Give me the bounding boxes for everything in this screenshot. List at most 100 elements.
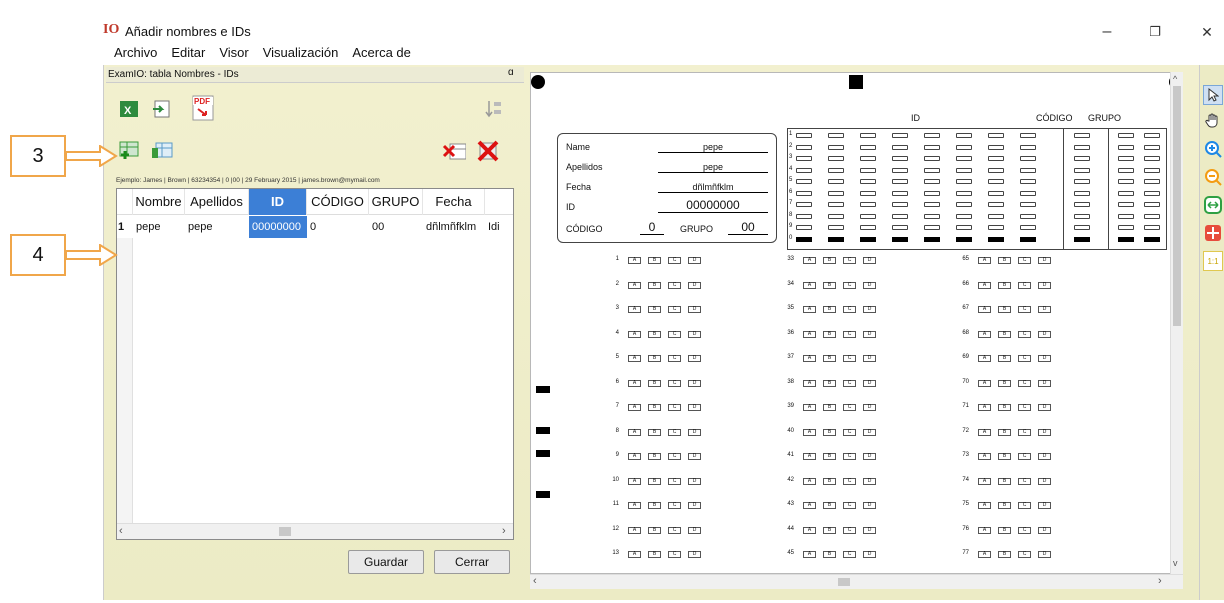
add-row-icon[interactable] (117, 139, 141, 163)
answer-choice-box: A (628, 379, 641, 387)
question-number: 35 (787, 305, 794, 311)
question-number: 12 (612, 525, 619, 532)
cell-fecha[interactable]: dñlmñfklm (423, 216, 485, 238)
answer-choice-box: D (863, 428, 876, 436)
id-bubble (956, 213, 972, 219)
answer-choice-box: A (978, 306, 991, 313)
delete-column-icon[interactable] (442, 140, 466, 164)
actual-size-icon[interactable]: 1:1 (1203, 251, 1223, 271)
timing-mark (536, 450, 550, 457)
cell-nombre[interactable]: pepe (133, 216, 185, 238)
pdf-export-icon[interactable]: PDF (190, 95, 214, 121)
answer-choice-box: D (1038, 379, 1051, 387)
menu-archivo[interactable]: Archivo (112, 45, 159, 65)
question-number: 9 (615, 452, 619, 458)
answer-choice-box: C (843, 404, 856, 411)
answer-choice-box: C (668, 526, 681, 534)
id-bubble (988, 213, 1004, 219)
cell-grupo[interactable]: 00 (369, 216, 423, 238)
names-table[interactable]: Nombre Apellidos ID CÓDIGO GRUPO Fecha 1… (116, 188, 514, 540)
fit-page-icon[interactable] (1203, 223, 1223, 243)
col-apellidos[interactable]: Apellidos (185, 189, 249, 215)
maximize-button[interactable]: ❐ (1140, 22, 1170, 42)
answer-choice-box: B (823, 330, 836, 338)
delete-table-icon[interactable] (476, 139, 500, 163)
id-bubble (1074, 190, 1090, 196)
close-window-button[interactable]: ✕ (1192, 22, 1222, 42)
sort-icon[interactable] (482, 97, 506, 121)
question-number: 41 (787, 452, 794, 458)
col-fecha[interactable]: Fecha (423, 189, 485, 215)
table-row[interactable]: 1 pepe pepe 00000000 0 00 dñlmñfklm Idi (117, 216, 513, 238)
scroll-thumb[interactable] (838, 578, 850, 586)
cell-id[interactable]: 00000000 (249, 216, 307, 238)
answer-choice-box: A (803, 404, 816, 411)
id-bubble (988, 179, 1004, 184)
col-id[interactable]: ID (249, 189, 307, 215)
menu-visor[interactable]: Visor (217, 45, 250, 65)
answer-choice-box: B (648, 453, 661, 460)
sheet-vertical-scrollbar[interactable]: ^ v (1170, 72, 1183, 574)
id-bubble (828, 236, 844, 242)
answer-choice-box: D (1038, 330, 1051, 338)
pointer-icon[interactable] (1203, 85, 1223, 105)
answer-choice-box: A (628, 502, 641, 509)
scroll-left-icon[interactable]: ‹ (119, 525, 123, 537)
scroll-right-icon[interactable]: › (1158, 575, 1162, 587)
id-bubble (892, 144, 908, 150)
save-button[interactable]: Guardar (348, 550, 424, 574)
scroll-up-icon[interactable]: ^ (1173, 74, 1177, 84)
scroll-right-icon[interactable]: › (502, 525, 506, 537)
id-bubble (860, 179, 876, 184)
excel-import-icon[interactable]: X (117, 97, 141, 121)
answer-choice-box: B (648, 330, 661, 338)
zoom-out-icon[interactable] (1203, 167, 1223, 187)
menu-acerca-de[interactable]: Acerca de (350, 45, 413, 65)
sheet-horizontal-scrollbar[interactable]: ‹ › (530, 574, 1183, 589)
close-button[interactable]: Cerrar (434, 550, 510, 574)
scroll-down-icon[interactable]: v (1173, 558, 1178, 568)
viewer-toolbar: 1:1 (1199, 65, 1224, 600)
id-bubble (860, 144, 876, 150)
scroll-thumb[interactable] (1173, 86, 1181, 326)
callout-3: 3 (10, 135, 66, 177)
answer-choice-box: B (998, 526, 1011, 534)
answer-choice-box: B (823, 379, 836, 387)
answer-choice-box: C (1018, 404, 1031, 411)
answer-choice-box: B (823, 453, 836, 460)
answer-choice-box: B (648, 379, 661, 387)
id-bubble (1144, 225, 1160, 230)
answer-choice-box: C (1018, 281, 1031, 289)
id-bubble (988, 167, 1004, 173)
fit-width-icon[interactable] (1203, 195, 1223, 215)
menu-visualizacion[interactable]: Visualización (261, 45, 341, 65)
import-list-icon[interactable] (150, 97, 174, 121)
col-codigo[interactable]: CÓDIGO (307, 189, 369, 215)
col-grupo[interactable]: GRUPO (369, 189, 423, 215)
minimize-button[interactable]: – (1092, 22, 1122, 42)
col-nombre[interactable]: Nombre (133, 189, 185, 215)
pin-icon[interactable]: ɑ (508, 67, 514, 78)
id-bubble (828, 225, 844, 230)
scroll-thumb[interactable] (279, 527, 291, 536)
app-logo: IO (103, 22, 120, 37)
answer-choice-box: A (803, 526, 816, 534)
cell-apellidos[interactable]: pepe (185, 216, 249, 238)
id-bubble (1020, 179, 1036, 184)
id-bubble (956, 190, 972, 196)
timing-mark (536, 386, 550, 393)
hand-icon[interactable] (1203, 111, 1223, 131)
id-bubble (860, 213, 876, 219)
table-horizontal-scrollbar[interactable]: ‹ › (117, 523, 513, 539)
callout-3-arrow (66, 145, 118, 167)
answer-choice-box: C (668, 502, 681, 509)
cell-extra[interactable]: Idi (485, 216, 513, 238)
scroll-left-icon[interactable]: ‹ (533, 575, 537, 587)
add-column-icon[interactable] (150, 139, 174, 163)
zoom-in-icon[interactable] (1203, 139, 1223, 159)
col-extra (485, 189, 513, 215)
answer-choice-box: B (998, 281, 1011, 289)
cell-codigo[interactable]: 0 (307, 216, 369, 238)
example-text: Ejemplo: James | Brown | 63234354 | 0 |0… (116, 177, 380, 184)
menu-editar[interactable]: Editar (169, 45, 207, 65)
